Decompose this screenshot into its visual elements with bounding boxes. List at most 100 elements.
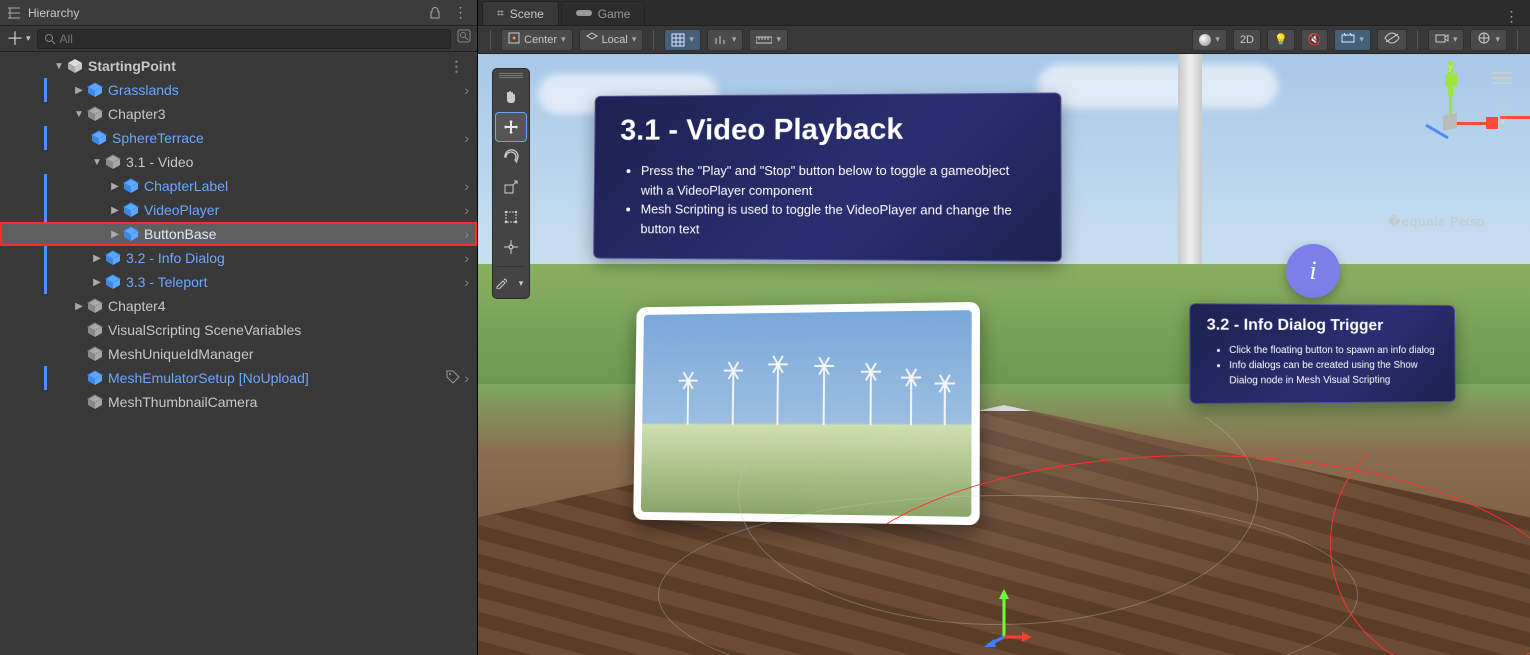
rotate-tool[interactable] <box>496 143 526 171</box>
prefab-icon <box>86 369 104 387</box>
hierarchy-item-31-video[interactable]: ▼ 3.1 - Video <box>0 150 477 174</box>
snap-increment-button[interactable]: ▾ <box>707 29 744 51</box>
scene-row[interactable]: ▼ StartingPoint ⋮ <box>0 54 477 78</box>
hierarchy-item-chapter3[interactable]: ▼ Chapter3 <box>0 102 477 126</box>
scene-menu-icon[interactable]: ⋮ <box>445 58 469 75</box>
hierarchy-item-meshthumbnail[interactable]: MeshThumbnailCamera <box>0 390 477 414</box>
hierarchy-search[interactable] <box>37 29 451 49</box>
pivot-mode-button[interactable]: Center▾ <box>501 29 573 51</box>
move-tool[interactable] <box>496 113 526 141</box>
scale-tool[interactable] <box>496 173 526 201</box>
scene-grid-icon: ⌗ <box>497 6 504 21</box>
audio-toggle-button[interactable]: 🔇 <box>1301 29 1329 51</box>
gameobject-icon <box>104 153 122 171</box>
ruler-button[interactable]: ▾ <box>749 29 788 51</box>
item-label: MeshThumbnailCamera <box>108 394 257 410</box>
camera-button[interactable]: ▾ <box>1428 29 1465 51</box>
hierarchy-item-chapterlabel[interactable]: ▶ ChapterLabel › <box>0 174 477 198</box>
open-prefab-icon[interactable]: › <box>464 130 469 146</box>
transform-tool[interactable] <box>496 233 526 261</box>
2d-toggle-button[interactable]: 2D <box>1233 29 1261 51</box>
projection-label[interactable]: �equalsPersp <box>1387 214 1484 230</box>
rect-tool[interactable] <box>496 203 526 231</box>
custom-tools-dropdown[interactable]: ▾ <box>512 272 530 294</box>
foldout-icon[interactable]: ▶ <box>108 181 122 192</box>
tab-scene[interactable]: ⌗ Scene <box>482 1 559 25</box>
create-button[interactable]: ＋▾ <box>6 30 31 48</box>
hierarchy-item-meshemulator[interactable]: MeshEmulatorSetup [NoUpload] › <box>0 366 477 390</box>
space-mode-button[interactable]: Local▾ <box>579 29 644 51</box>
foldout-icon[interactable]: ▶ <box>72 301 86 312</box>
hierarchy-item-33-teleport[interactable]: ▶ 3.3 - Teleport › <box>0 270 477 294</box>
panel-title: 3.1 - Video Playback <box>620 112 1034 148</box>
open-prefab-icon[interactable]: › <box>464 178 469 194</box>
button-label: 2D <box>1240 34 1254 46</box>
foldout-icon[interactable]: ▶ <box>108 205 122 216</box>
panel-menu-icon[interactable]: ⋮ <box>451 4 471 22</box>
open-prefab-icon[interactable]: › <box>464 226 469 242</box>
center-icon <box>508 32 520 47</box>
local-icon <box>586 32 598 47</box>
item-label: 3.2 - Info Dialog <box>126 250 225 266</box>
tool-palette: ▾ <box>492 68 530 299</box>
transform-gizmo[interactable] <box>974 587 1034 647</box>
palette-grip[interactable] <box>499 73 523 79</box>
hierarchy-item-sphereterrace[interactable]: SphereTerrace › <box>0 126 477 150</box>
foldout-icon[interactable]: ▼ <box>52 61 66 72</box>
foldout-icon[interactable]: ▼ <box>90 157 104 168</box>
foldout-icon[interactable]: ▶ <box>90 253 104 264</box>
scene-panel: ⌗ Scene Game ⋮ Center▾ Local▾ ▾ ▾ ▾ ▾ 2D… <box>478 0 1530 655</box>
item-label: SphereTerrace <box>112 130 204 146</box>
hierarchy-header: Hierarchy ⋮ <box>0 0 477 26</box>
visibility-toggle-button[interactable] <box>1377 29 1407 51</box>
prefab-icon <box>104 273 122 291</box>
grid-snap-button[interactable]: ▾ <box>664 29 701 51</box>
custom-tools-button[interactable] <box>492 272 510 294</box>
open-prefab-icon[interactable]: › <box>464 370 469 386</box>
gizmos-button[interactable]: ▾ <box>1470 29 1507 51</box>
tab-label: Scene <box>510 7 544 21</box>
hierarchy-item-buttonbase[interactable]: ▶ ButtonBase › <box>0 222 477 246</box>
hierarchy-item-chapter4[interactable]: ▶ Chapter4 <box>0 294 477 318</box>
search-type-button[interactable] <box>457 29 471 48</box>
tab-game[interactable]: Game <box>561 1 646 25</box>
panel-menu-icon[interactable]: ⋮ <box>1500 8 1524 25</box>
prefab-icon <box>104 249 122 267</box>
foldout-icon[interactable]: ▶ <box>72 85 86 96</box>
hierarchy-tree: ▼ StartingPoint ⋮ ▶ Grasslands › ▼ Chapt… <box>0 52 477 655</box>
lock-icon[interactable] <box>425 4 445 22</box>
open-prefab-icon[interactable]: › <box>464 202 469 218</box>
gameobject-icon <box>86 321 104 339</box>
open-prefab-icon[interactable]: › <box>464 82 469 98</box>
panel-bullet: Mesh Scripting is used to toggle the Vid… <box>640 200 1033 241</box>
gameobject-icon <box>86 105 104 123</box>
fx-toggle-button[interactable]: ▾ <box>1334 29 1371 51</box>
hierarchy-item-grasslands[interactable]: ▶ Grasslands › <box>0 78 477 102</box>
open-prefab-icon[interactable]: › <box>464 274 469 290</box>
item-label: VideoPlayer <box>144 202 219 218</box>
hierarchy-item-32-infodialog[interactable]: ▶ 3.2 - Info Dialog › <box>0 246 477 270</box>
tab-label: Game <box>598 7 631 21</box>
button-label: Local <box>602 34 628 46</box>
foldout-icon[interactable]: ▶ <box>90 277 104 288</box>
orientation-gizmo[interactable]: y x <box>1410 82 1490 162</box>
overlay-menu-icon[interactable] <box>1492 72 1512 84</box>
gamepad-icon <box>576 7 592 21</box>
item-label: VisualScripting SceneVariables <box>108 322 301 338</box>
open-prefab-icon[interactable]: › <box>464 250 469 266</box>
hand-tool[interactable] <box>496 83 526 111</box>
scene-viewport[interactable]: ▾ 3.1 - Video Playback Press the "Play" … <box>478 54 1530 655</box>
unity-logo-icon <box>66 57 84 75</box>
world-panel-32: 3.2 - Info Dialog Trigger Click the floa… <box>1189 303 1456 404</box>
gizmo-icon <box>1477 31 1491 48</box>
lighting-toggle-button[interactable]: 💡 <box>1267 29 1295 51</box>
foldout-icon[interactable]: ▼ <box>72 109 86 120</box>
hierarchy-item-visualscripting[interactable]: VisualScripting SceneVariables <box>0 318 477 342</box>
hierarchy-item-meshuniqueid[interactable]: MeshUniqueIdManager <box>0 342 477 366</box>
search-input[interactable] <box>60 32 444 46</box>
info-button[interactable]: i <box>1286 244 1340 298</box>
hierarchy-item-videoplayer[interactable]: ▶ VideoPlayer › <box>0 198 477 222</box>
prefab-icon <box>86 81 104 99</box>
shading-mode-button[interactable]: ▾ <box>1192 29 1227 51</box>
foldout-icon[interactable]: ▶ <box>108 229 122 240</box>
